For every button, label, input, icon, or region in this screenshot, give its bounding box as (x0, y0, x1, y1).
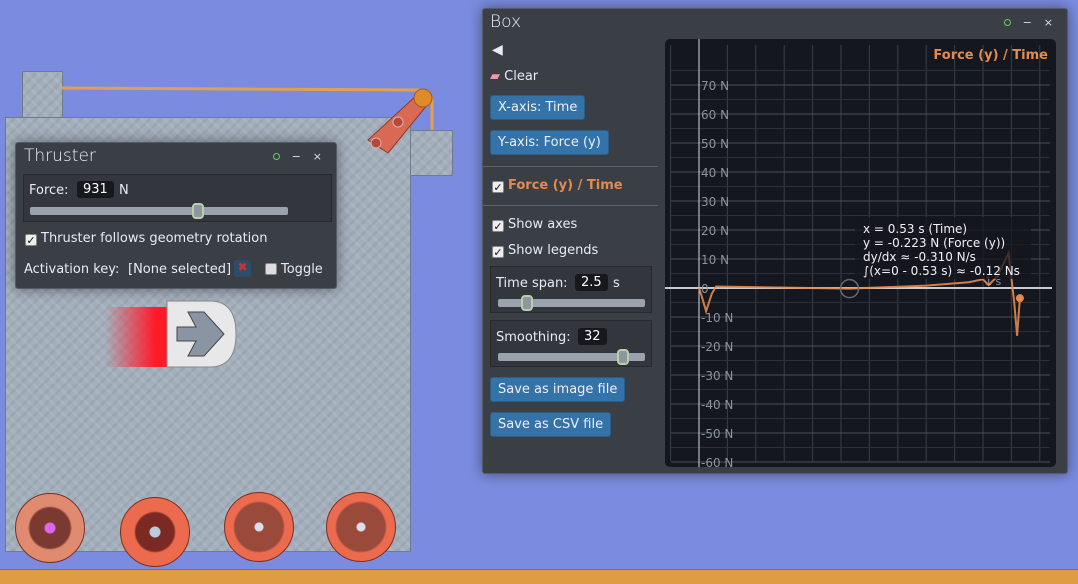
box-panel: Box − × ◀ ▰ Clear X-axis: Time Y-axis: F… (482, 8, 1068, 474)
follow-rotation-checkbox[interactable]: ✓ Thruster follows geometry rotation (25, 231, 267, 246)
smoothing-input[interactable]: 32 (578, 328, 607, 345)
time-span-label: Time span: (496, 276, 568, 291)
thruster-title: Thruster (24, 146, 96, 166)
checkbox-checked-icon: ✓ (25, 234, 37, 247)
series-checkbox[interactable]: ✓ Force (y) / Time (492, 178, 623, 193)
checkbox-checked-icon: ✓ (492, 220, 504, 233)
thruster-panel: Thruster − × Force: 931 N ✓ Thruster foll… (15, 142, 337, 289)
y-tick-label: -20 N (701, 340, 733, 354)
time-span-unit: s (613, 276, 620, 291)
back-arrow-icon[interactable]: ◀ (492, 42, 503, 58)
eraser-icon: ▰ (490, 69, 500, 84)
tooltip-line: x = 0.53 s (Time) (863, 222, 967, 236)
thruster-arrow-icon[interactable] (166, 300, 238, 370)
y-tick-label: 10 N (701, 253, 729, 267)
time-span-slider[interactable] (498, 295, 645, 311)
y-tick-label: 30 N (701, 195, 729, 209)
chart-title: Force (y) / Time (933, 48, 1048, 63)
force-slider[interactable] (30, 203, 288, 219)
close-icon[interactable]: × (313, 150, 322, 163)
slider-knob[interactable] (616, 349, 629, 365)
y-tick-label: -50 N (701, 427, 733, 441)
activation-key-label: Activation key: (24, 262, 120, 277)
time-span-input[interactable]: 2.5 (575, 274, 608, 291)
x-axis-button[interactable]: X-axis: Time (490, 95, 586, 120)
checkbox-checked-icon: ✓ (492, 246, 504, 259)
follow-rotation-label: Thruster follows geometry rotation (41, 231, 268, 246)
wheel[interactable] (224, 492, 294, 562)
thruster-flame (105, 307, 168, 367)
wheel[interactable] (15, 493, 85, 563)
toggle-checkbox[interactable]: Toggle (265, 262, 323, 277)
save-image-button[interactable]: Save as image file (490, 377, 626, 402)
show-axes-label: Show axes (508, 217, 578, 232)
minimize-icon[interactable]: − (292, 150, 301, 163)
y-axis-button[interactable]: Y-axis: Force (y) (490, 130, 609, 155)
close-icon[interactable]: × (1044, 16, 1053, 29)
toggle-label: Toggle (281, 262, 323, 277)
checkbox-checked-icon: ✓ (492, 181, 504, 194)
minimize-icon[interactable]: − (1023, 16, 1032, 29)
force-input[interactable]: 931 (77, 181, 114, 198)
pin-icon[interactable] (1003, 19, 1011, 26)
y-tick-label: 60 N (701, 108, 729, 122)
save-csv-button[interactable]: Save as CSV file (490, 412, 612, 437)
y-tick-label: 20 N (701, 224, 729, 238)
smoothing-group: Smoothing: 32 (490, 320, 652, 367)
tooltip-line: dy/dx ≈ -0.310 N/s (863, 250, 976, 264)
force-group: Force: 931 N (23, 174, 332, 222)
tooltip-line: ∫(x=0 - 0.53 s) ≈ -0.12 Ns (863, 264, 1020, 278)
show-legends-checkbox[interactable]: ✓ Show legends (492, 243, 598, 258)
force-unit: N (119, 183, 129, 198)
data-point (1015, 294, 1024, 303)
show-axes-checkbox[interactable]: ✓ Show axes (492, 217, 577, 232)
checkbox-unchecked-icon (265, 263, 277, 275)
y-tick-label: -60 N (701, 456, 733, 467)
wheel[interactable] (120, 497, 190, 567)
slider-knob[interactable] (520, 295, 533, 311)
clear-key-icon[interactable]: ✖ (234, 260, 251, 277)
y-tick-label: 40 N (701, 166, 729, 180)
wheel[interactable] (326, 492, 396, 562)
chart[interactable]: 70 N60 N50 N40 N30 N20 N10 N0-10 N-20 N-… (665, 39, 1056, 467)
series-label: Force (y) / Time (508, 178, 623, 193)
time-span-group: Time span: 2.5 s (490, 266, 652, 313)
y-tick-label: -40 N (701, 398, 733, 412)
pulley-icon (413, 88, 433, 108)
pin-icon[interactable] (272, 153, 280, 160)
activation-key-value[interactable]: [None selected] (128, 262, 231, 277)
y-tick-label: 0 (701, 282, 709, 296)
rope (61, 86, 434, 130)
tooltip-line: y = -0.223 N (Force (y)) (863, 236, 1005, 250)
smoothing-label: Smoothing: (496, 330, 571, 345)
clear-label: Clear (504, 69, 539, 84)
y-tick-label: 50 N (701, 137, 729, 151)
box-title: Box (490, 12, 522, 32)
slider-knob[interactable] (192, 203, 205, 219)
y-tick-label: -30 N (701, 369, 733, 383)
force-label: Force: (29, 183, 69, 198)
ground (0, 569, 1078, 584)
clear-button[interactable]: ▰ Clear (490, 69, 538, 84)
show-legends-label: Show legends (508, 243, 599, 258)
y-tick-label: 70 N (701, 79, 729, 93)
smoothing-slider[interactable] (498, 349, 645, 365)
